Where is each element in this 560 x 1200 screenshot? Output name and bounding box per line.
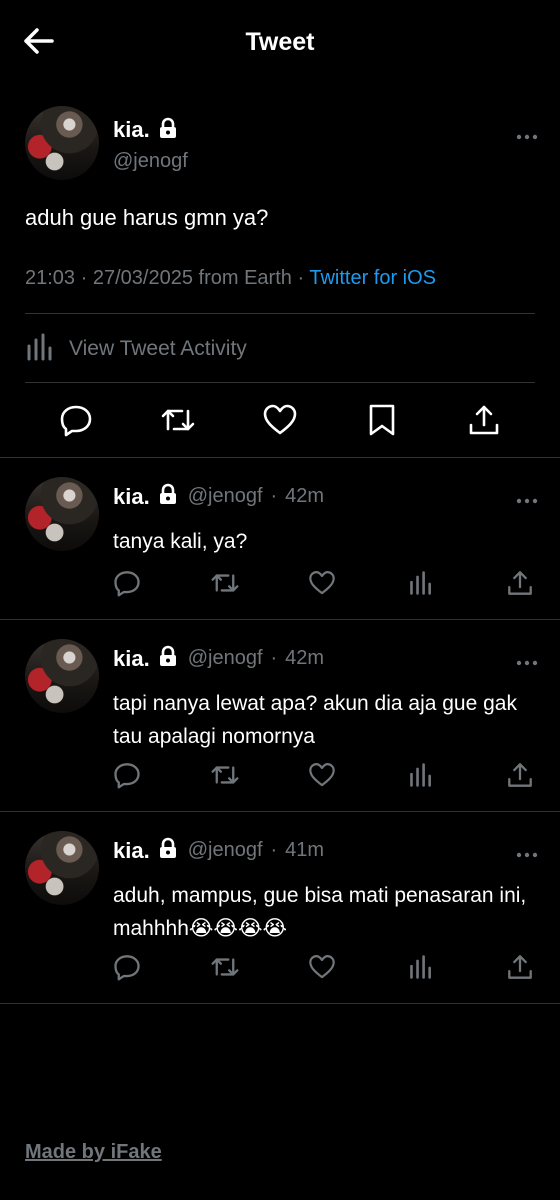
activity-chart-icon [25,332,55,367]
author-handle[interactable]: @jenogf [113,150,188,173]
reply-tweet[interactable]: kia. @jenogf · 42m tanya kali, ya? [0,459,560,619]
divider [0,811,560,812]
activity-chart-icon[interactable] [408,569,434,602]
share-icon[interactable] [467,403,501,442]
reply-text: aduh, mampus, gue bisa mati penasaran in… [113,884,527,940]
avatar[interactable] [25,106,99,180]
share-icon[interactable] [506,953,534,986]
divider [0,1003,560,1004]
author-display-name: kia. [113,117,150,142]
tweet-text: aduh gue harus gmn ya? [25,205,269,230]
bookmark-icon[interactable] [367,403,397,442]
retweet-icon[interactable] [160,403,196,442]
author-display-name[interactable]: kia. [113,646,150,672]
reply-age: 41m [285,839,325,861]
reply-icon[interactable] [113,761,141,794]
more-icon[interactable] [516,845,538,858]
tweet-time: 21:03 [25,267,76,289]
like-icon[interactable] [308,569,336,602]
activity-label: View Tweet Activity [69,337,247,360]
reply-header: kia. @jenogf · 42m [113,645,324,672]
tweet-actions [0,403,560,443]
activity-chart-icon[interactable] [408,953,434,986]
divider [0,457,560,458]
reply-text: tanya kali, ya? [113,530,248,553]
page-title: Tweet [245,28,315,56]
reply-icon[interactable] [113,953,141,986]
author-handle[interactable]: @jenogf [188,485,263,508]
reply-icon[interactable] [59,403,93,442]
lock-icon [158,645,178,672]
reply-text: tapi nanya lewat apa? akun dia aja gue g… [113,692,517,748]
meta-separator: · [270,485,278,507]
tweet-date: 27/03/2025 [92,267,193,289]
reply-actions [0,953,560,993]
reply-tweet[interactable]: kia. @jenogf · 42m tapi nanya lewat apa?… [0,621,560,811]
divider [25,313,535,314]
more-icon[interactable] [516,127,538,140]
meta-separator: · [270,839,278,861]
meta-separator: · [80,267,88,289]
retweet-icon[interactable] [210,761,240,794]
lock-icon [158,117,178,144]
tweet-source-link[interactable]: Twitter for iOS [309,267,436,289]
tweet-meta: 21:03 · 27/03/2025 from Earth · Twitter … [25,267,436,290]
top-bar: Tweet [0,0,560,84]
reply-header: kia. @jenogf · 42m [113,483,324,510]
reply-icon[interactable] [113,569,141,602]
author-handle[interactable]: @jenogf [188,839,263,862]
author-display-name[interactable]: kia. [113,838,150,864]
reply-actions [0,569,560,609]
share-icon[interactable] [506,761,534,794]
meta-separator: · [270,647,278,669]
avatar[interactable] [25,477,99,551]
author-handle[interactable]: @jenogf [188,647,263,670]
author-name[interactable]: kia. [113,117,178,144]
like-icon[interactable] [308,953,336,986]
watermark-label: Made by iFake [25,1141,162,1163]
avatar[interactable] [25,831,99,905]
lock-icon [158,837,178,864]
more-icon[interactable] [516,491,538,504]
reply-age: 42m [285,485,325,507]
retweet-icon[interactable] [210,569,240,602]
like-icon[interactable] [262,403,298,442]
divider [25,382,535,383]
reply-actions [0,761,560,801]
activity-chart-icon[interactable] [408,761,434,794]
retweet-icon[interactable] [210,953,240,986]
reply-tweet[interactable]: kia. @jenogf · 41m aduh, mampus, gue bis… [0,813,560,1003]
meta-separator: · [297,267,305,289]
like-icon[interactable] [308,761,336,794]
author-display-name[interactable]: kia. [113,484,150,510]
reply-age: 42m [285,647,325,669]
lock-icon [158,483,178,510]
reply-header: kia. @jenogf · 41m [113,837,324,864]
share-icon[interactable] [506,569,534,602]
divider [0,619,560,620]
view-tweet-activity-button[interactable]: View Tweet Activity [25,332,247,366]
avatar[interactable] [25,639,99,713]
tweet-location: from Earth [198,267,292,289]
more-icon[interactable] [516,653,538,666]
